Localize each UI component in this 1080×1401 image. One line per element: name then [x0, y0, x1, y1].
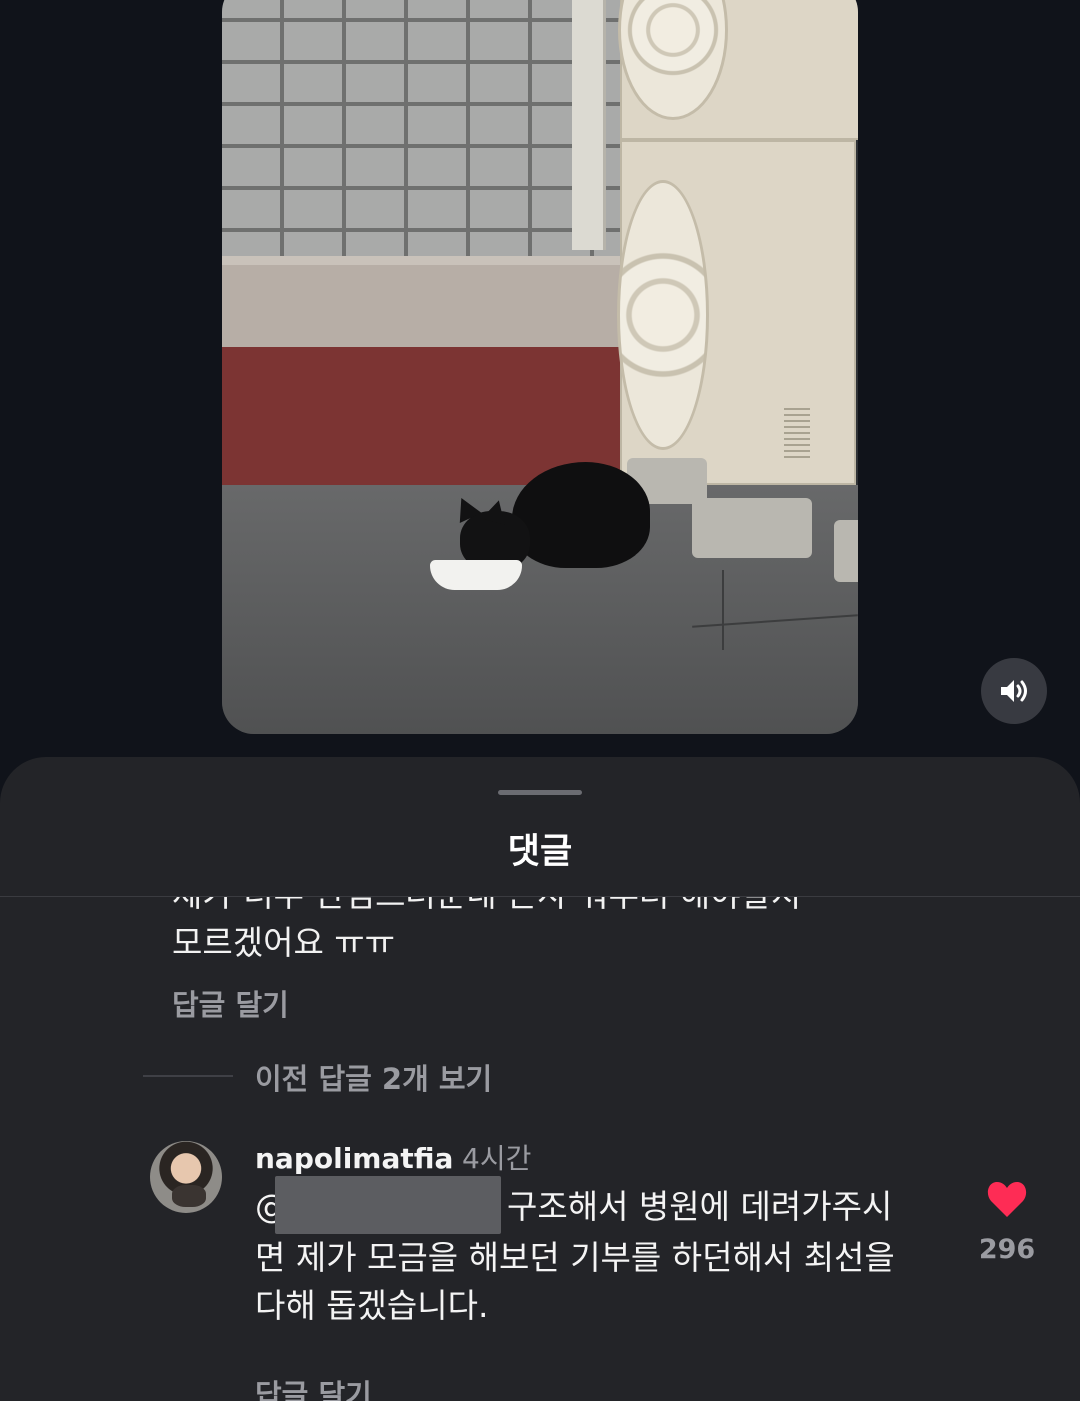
- mention-prefix[interactable]: @: [255, 1183, 288, 1231]
- video-frame-image: [222, 0, 858, 734]
- drag-handle[interactable]: [498, 790, 582, 795]
- previous-comment-text: 제가 너무 안심스러운네 온사 뭐부터 해야알지 모르겠어요 ㅠㅠ: [172, 897, 801, 962]
- avatar[interactable]: [150, 1141, 222, 1213]
- speaker-volume-icon: [1001, 680, 1027, 702]
- thread-line: [143, 1075, 233, 1077]
- comment-list[interactable]: 제가 너무 안심스러운네 온사 뭐부터 해야알지 모르겠어요 ㅠㅠ 답글 달기 …: [0, 897, 1080, 1401]
- comment-text: @ 구조해서 병원에 데려가주시면 제가 모금을 해보던 기부를 하던해서 최선을…: [255, 1175, 895, 1330]
- sound-toggle-button[interactable]: [981, 658, 1047, 724]
- concrete-ledge: [222, 265, 622, 347]
- reply-button[interactable]: 답글 달기: [255, 1372, 372, 1401]
- view-previous-replies-button[interactable]: 이전 답글 2개 보기: [255, 1056, 492, 1098]
- brick-wall: [222, 0, 622, 265]
- comments-title: 댓글: [507, 832, 573, 872]
- food-bowl: [430, 560, 522, 590]
- heart-filled-icon[interactable]: [986, 1179, 1028, 1219]
- redacted-mention: [275, 1175, 501, 1234]
- comment-username[interactable]: napolimatfia: [255, 1142, 453, 1175]
- comment-timestamp: 4시간: [462, 1142, 532, 1175]
- screen: 댓글 제가 너무 안심스러운네 온사 뭐부터 해야알지 모르겠어요 ㅠㅠ 답글 …: [0, 0, 1080, 1401]
- black-cat: [512, 462, 650, 568]
- reply-button[interactable]: 답글 달기: [172, 982, 289, 1024]
- video-player[interactable]: [222, 0, 858, 734]
- comments-sheet: 댓글 제가 너무 안심스러운네 온사 뭐부터 해야알지 모르겠어요 ㅠㅠ 답글 …: [0, 757, 1080, 1401]
- like-count: 296: [978, 1234, 1036, 1265]
- drain-pipe: [572, 0, 606, 250]
- video-area: [0, 0, 1080, 780]
